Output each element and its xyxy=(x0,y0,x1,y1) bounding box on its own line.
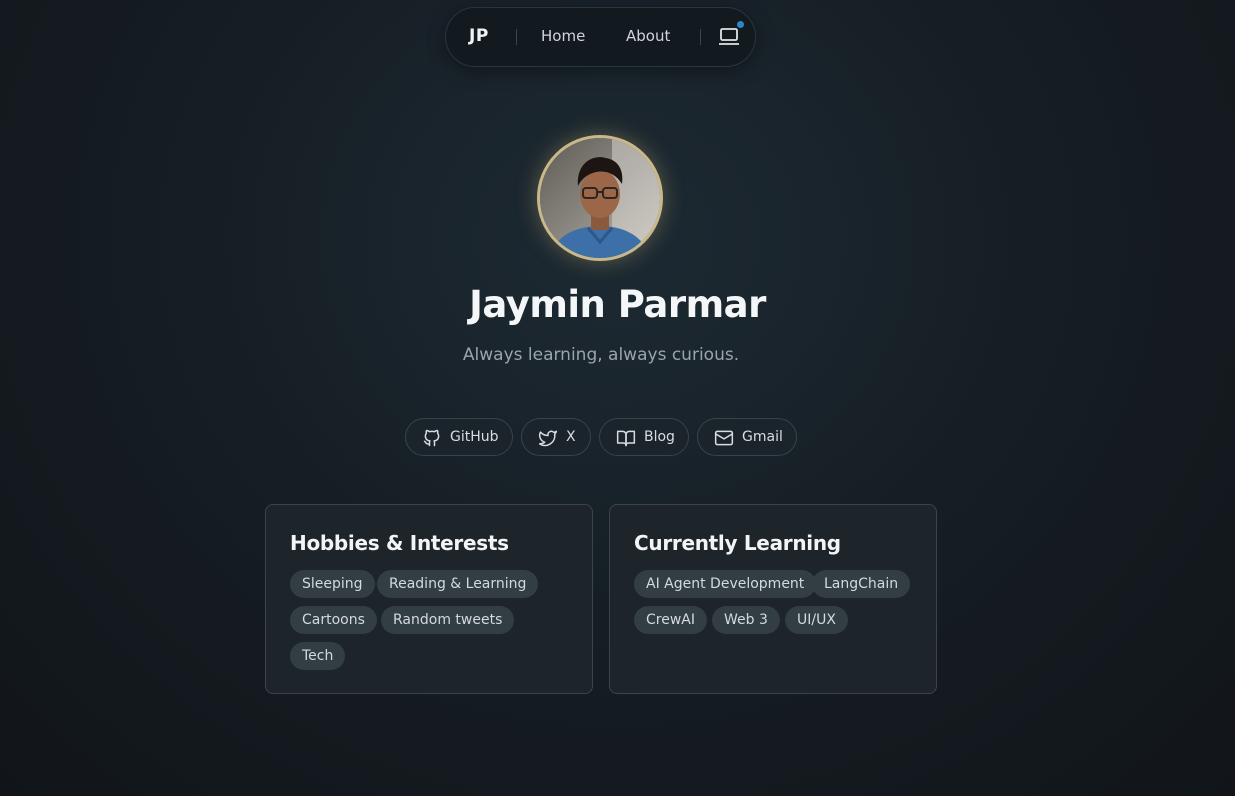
profile-name: Jaymin Parmar xyxy=(469,283,766,326)
learning-chip: AI Agent Development xyxy=(634,570,817,598)
nav-link-home[interactable]: Home xyxy=(541,27,585,45)
nav-divider xyxy=(700,29,701,45)
nav-divider xyxy=(516,29,517,45)
hobby-chip: Sleeping xyxy=(290,570,375,598)
github-label: GitHub xyxy=(450,429,499,445)
x-button[interactable]: X xyxy=(521,418,591,456)
learning-chip: Web 3 xyxy=(712,606,780,634)
blog-label: Blog xyxy=(644,429,675,445)
gmail-button[interactable]: Gmail xyxy=(697,418,797,456)
book-icon xyxy=(616,430,636,447)
hobbies-card: Hobbies & Interests Sleeping Reading & L… xyxy=(265,504,593,694)
hobby-chip: Cartoons xyxy=(290,606,377,634)
twitter-icon xyxy=(538,430,558,447)
laptop-icon[interactable] xyxy=(718,27,740,47)
learning-card: Currently Learning AI Agent Development … xyxy=(609,504,937,694)
nav-link-about[interactable]: About xyxy=(626,27,670,45)
mail-icon xyxy=(714,430,734,446)
avatar xyxy=(537,135,663,261)
blog-button[interactable]: Blog xyxy=(599,418,689,456)
gmail-label: Gmail xyxy=(742,429,783,445)
learning-chip: UI/UX xyxy=(785,606,848,634)
hobby-chip: Reading & Learning xyxy=(377,570,539,598)
learning-chip: LangChain xyxy=(812,570,911,598)
x-label: X xyxy=(566,429,576,445)
hobby-chip: Tech xyxy=(290,642,346,670)
top-nav: JP Home About xyxy=(445,7,756,67)
hobbies-title: Hobbies & Interests xyxy=(290,531,509,555)
learning-chip: CrewAI xyxy=(634,606,707,634)
github-button[interactable]: GitHub xyxy=(405,418,513,456)
learning-title: Currently Learning xyxy=(634,531,841,555)
notification-dot xyxy=(737,21,744,28)
logo[interactable]: JP xyxy=(469,26,489,46)
github-icon xyxy=(423,429,440,447)
profile-tagline: Always learning, always curious. xyxy=(462,345,740,365)
hobby-chip: Random tweets xyxy=(381,606,515,634)
